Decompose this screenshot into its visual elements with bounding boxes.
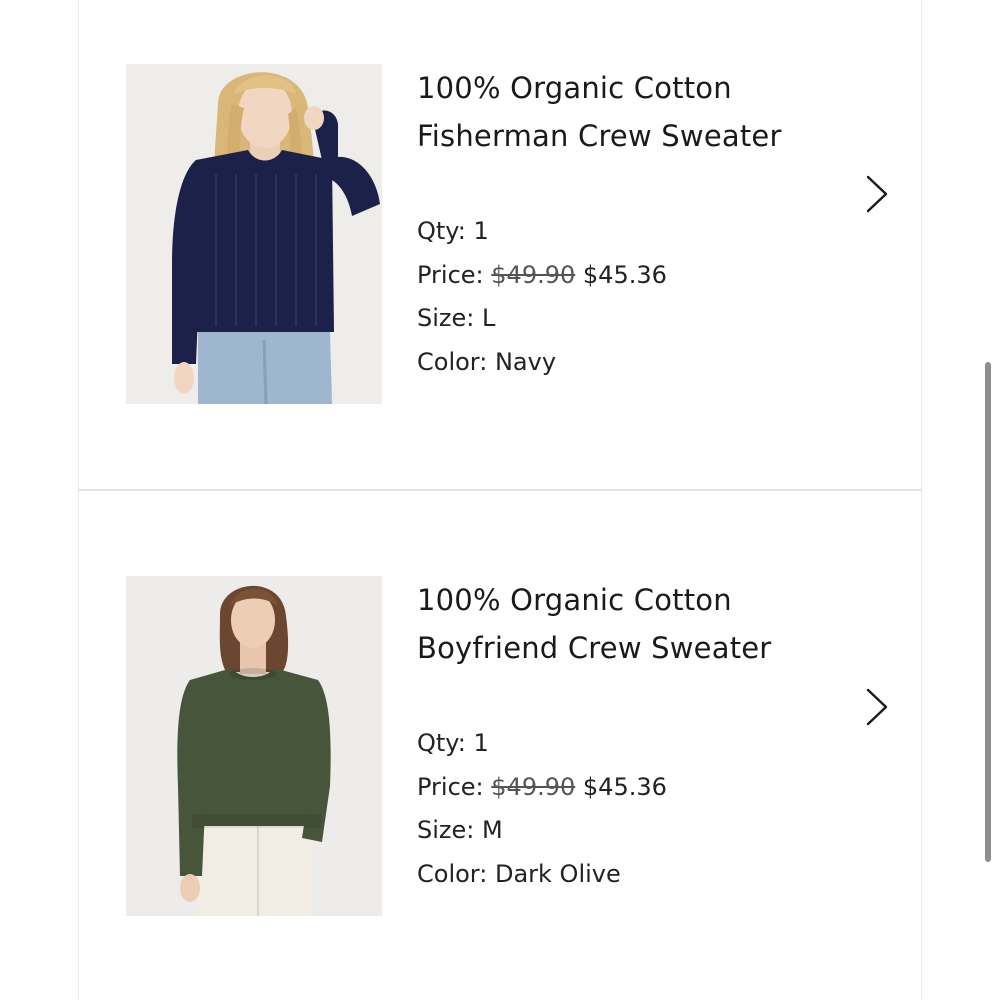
size-value: M [482, 816, 503, 844]
qty-value: 1 [473, 729, 489, 757]
size-line: Size: M [417, 809, 857, 853]
list-item[interactable]: 100% Organic Cotton Boyfriend Crew Sweat… [79, 491, 921, 1000]
product-meta: Qty: 1 Price: $49.90 $45.36 Size: L Colo… [417, 210, 857, 384]
size-label: Size: [417, 304, 475, 332]
product-image [126, 576, 382, 916]
product-details: 100% Organic Cotton Fisherman Crew Sweat… [417, 64, 857, 384]
size-line: Size: L [417, 297, 857, 341]
price-label: Price: [417, 260, 484, 289]
qty-label: Qty: [417, 729, 466, 757]
original-price: $49.90 [491, 772, 576, 801]
product-title: 100% Organic Cotton Fisherman Crew Sweat… [417, 64, 857, 160]
product-title-line-1: 100% Organic Cotton [417, 583, 732, 617]
original-price: $49.90 [491, 260, 576, 289]
color-label: Color: [417, 859, 488, 888]
order-items-list: 100% Organic Cotton Fisherman Crew Sweat… [78, 0, 922, 1000]
product-details: 100% Organic Cotton Boyfriend Crew Sweat… [417, 576, 857, 896]
size-value: L [482, 304, 496, 332]
price-line: Price: $49.90 $45.36 [417, 766, 857, 810]
color-value: Navy [494, 347, 557, 376]
vertical-scrollbar[interactable] [985, 362, 991, 862]
chevron-right-icon[interactable] [863, 687, 891, 727]
color-line: Color: Dark Olive [417, 853, 857, 897]
qty-line: Qty: 1 [417, 722, 857, 766]
color-value: Dark Olive [494, 859, 621, 888]
order-items-page: 100% Organic Cotton Fisherman Crew Sweat… [0, 0, 1000, 1000]
price-line: Price: $49.90 $45.36 [417, 254, 857, 298]
product-title-line-2: Boyfriend Crew Sweater [417, 631, 772, 665]
qty-value: 1 [473, 217, 489, 245]
product-meta: Qty: 1 Price: $49.90 $45.36 Size: M Colo… [417, 722, 857, 896]
product-image [126, 64, 382, 404]
chevron-right-icon[interactable] [863, 174, 891, 214]
qty-label: Qty: [417, 217, 466, 245]
color-label: Color: [417, 347, 488, 376]
size-label: Size: [417, 816, 475, 844]
sale-price: $45.36 [582, 772, 667, 801]
product-title-line-2: Fisherman Crew Sweater [417, 119, 782, 153]
sale-price: $45.36 [582, 260, 667, 289]
product-title-line-1: 100% Organic Cotton [417, 71, 732, 105]
color-line: Color: Navy [417, 341, 857, 385]
price-label: Price: [417, 772, 484, 801]
qty-line: Qty: 1 [417, 210, 857, 254]
product-title: 100% Organic Cotton Boyfriend Crew Sweat… [417, 576, 857, 672]
list-item[interactable]: 100% Organic Cotton Fisherman Crew Sweat… [79, 0, 921, 489]
